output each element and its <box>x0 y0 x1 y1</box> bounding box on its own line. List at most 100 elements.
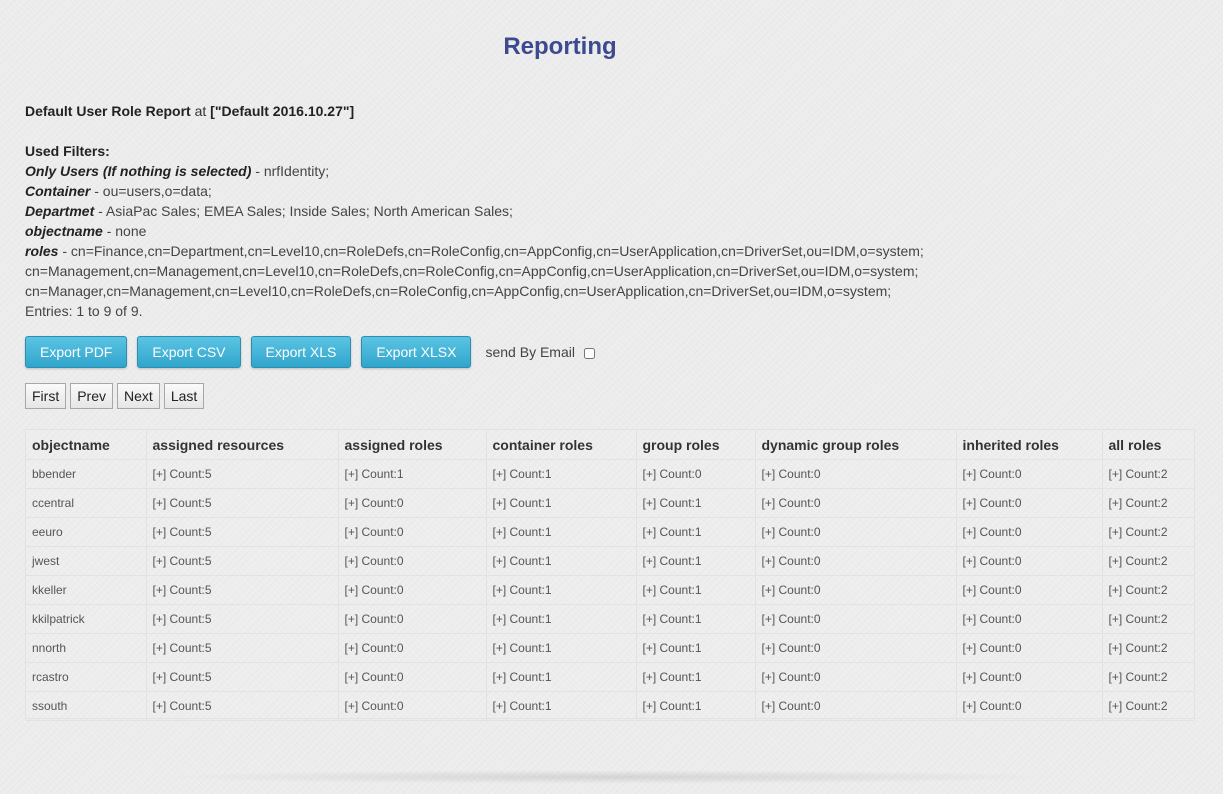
all-roles-count-link[interactable]: [+] Count:2 <box>1102 546 1194 576</box>
group-roles-count-link[interactable]: [+] Count:1 <box>636 488 756 518</box>
column-header-assigned-resources: assigned resources <box>146 430 339 460</box>
filter-department: Departmet - AsiaPac Sales; EMEA Sales; I… <box>25 201 924 221</box>
group-roles-count-link[interactable]: [+] Count:1 <box>636 633 756 663</box>
filter-label: roles <box>25 243 59 259</box>
container-roles-count-link[interactable]: [+] Count:1 <box>486 517 637 547</box>
group-roles-count-link[interactable]: [+] Count:1 <box>636 575 756 605</box>
entries-count: Entries: 1 to 9 of 9. <box>25 303 143 319</box>
report-table-container: objectname assigned resources assigned rol… <box>25 429 1195 721</box>
all-roles-count-link[interactable]: [+] Count:2 <box>1102 633 1194 663</box>
page-title: Reporting <box>503 33 617 60</box>
filter-value: - nrfIdentity; <box>251 163 330 179</box>
container-roles-count-link[interactable]: [+] Count:1 <box>486 488 637 518</box>
dynamic-group-roles-count-link[interactable]: [+] Count:0 <box>755 459 957 489</box>
all-roles-count-link[interactable]: [+] Count:2 <box>1102 517 1194 547</box>
container-roles-count-link[interactable]: [+] Count:1 <box>486 459 637 489</box>
container-roles-count-link[interactable]: [+] Count:1 <box>486 662 637 692</box>
group-roles-count-link[interactable]: [+] Count:1 <box>636 604 756 634</box>
dynamic-group-roles-count-link[interactable]: [+] Count:0 <box>755 517 957 547</box>
assigned-resources-count-link[interactable]: [+] Count:5 <box>146 459 339 489</box>
group-roles-count-link[interactable]: [+] Count:0 <box>636 459 756 489</box>
objectname-cell: ssouth <box>26 691 147 721</box>
report-snapshot: ["Default 2016.10.27"] <box>210 103 355 119</box>
assigned-roles-count-link[interactable]: [+] Count:0 <box>338 662 487 692</box>
assigned-resources-count-link[interactable]: [+] Count:5 <box>146 662 339 692</box>
dynamic-group-roles-count-link[interactable]: [+] Count:0 <box>755 691 957 721</box>
group-roles-count-link[interactable]: [+] Count:1 <box>636 517 756 547</box>
assigned-roles-count-link[interactable]: [+] Count:0 <box>338 691 487 721</box>
all-roles-count-link[interactable]: [+] Count:2 <box>1102 488 1194 518</box>
container-roles-count-link[interactable]: [+] Count:1 <box>486 546 637 576</box>
column-header-container-roles: container roles <box>486 430 637 460</box>
dynamic-group-roles-count-link[interactable]: [+] Count:0 <box>755 633 957 663</box>
table-row: nnorth [+] Count:5 [+] Count:0 [+] Count:1[… <box>26 633 1194 663</box>
group-roles-count-link[interactable]: [+] Count:1 <box>636 662 756 692</box>
inherited-roles-count-link[interactable]: [+] Count:0 <box>956 604 1103 634</box>
filters-header: Used Filters: <box>25 143 110 159</box>
last-page-button[interactable]: Last <box>163 383 205 409</box>
assigned-resources-count-link[interactable]: [+] Count:5 <box>146 546 339 576</box>
table-row: bbender [+] Count:5 [+] Count:1 [+] Count:1… <box>26 459 1194 489</box>
assigned-roles-count-link[interactable]: [+] Count:1 <box>338 459 487 489</box>
dynamic-group-roles-count-link[interactable]: [+] Count:0 <box>755 575 957 605</box>
inherited-roles-count-link[interactable]: [+] Count:0 <box>956 517 1103 547</box>
filter-value: - none <box>102 223 147 239</box>
export-xlsx-button[interactable]: Export XLSX <box>361 336 472 368</box>
export-csv-button[interactable]: Export CSV <box>137 336 241 368</box>
objectname-cell: rcastro <box>26 662 147 692</box>
filter-roles: roles - cn=Finance,cn=Department,cn=Leve… <box>25 241 924 261</box>
dynamic-group-roles-count-link[interactable]: [+] Count:0 <box>755 662 957 692</box>
table-row: ccentral [+] Count:5 [+] Count:0 [+] Count:… <box>26 488 1194 518</box>
send-email-checkbox[interactable] <box>583 348 595 359</box>
all-roles-count-link[interactable]: [+] Count:2 <box>1102 691 1194 721</box>
assigned-resources-count-link[interactable]: [+] Count:5 <box>146 575 339 605</box>
objectname-cell: ccentral <box>26 488 147 518</box>
filter-roles-continued: cn=Manager,cn=Management,cn=Level10,cn=R… <box>25 283 892 299</box>
objectname-cell: eeuro <box>26 517 147 547</box>
assigned-roles-count-link[interactable]: [+] Count:0 <box>338 633 487 663</box>
container-roles-count-link[interactable]: [+] Count:1 <box>486 691 637 721</box>
export-xls-button[interactable]: Export XLS <box>250 336 352 368</box>
export-toolbar: Export PDF Export CSV Export XLS Export … <box>25 336 595 368</box>
assigned-resources-count-link[interactable]: [+] Count:5 <box>146 604 339 634</box>
group-roles-count-link[interactable]: [+] Count:1 <box>636 546 756 576</box>
export-pdf-button[interactable]: Export PDF <box>25 336 128 368</box>
assigned-roles-count-link[interactable]: [+] Count:0 <box>338 546 487 576</box>
group-roles-count-link[interactable]: [+] Count:1 <box>636 691 756 721</box>
objectname-cell: nnorth <box>26 633 147 663</box>
next-page-button[interactable]: Next <box>117 383 160 409</box>
dynamic-group-roles-count-link[interactable]: [+] Count:0 <box>755 546 957 576</box>
container-roles-count-link[interactable]: [+] Count:1 <box>486 575 637 605</box>
container-roles-count-link[interactable]: [+] Count:1 <box>486 633 637 663</box>
inherited-roles-count-link[interactable]: [+] Count:0 <box>956 633 1103 663</box>
assigned-roles-count-link[interactable]: [+] Count:0 <box>338 604 487 634</box>
assigned-resources-count-link[interactable]: [+] Count:5 <box>146 633 339 663</box>
all-roles-count-link[interactable]: [+] Count:2 <box>1102 459 1194 489</box>
all-roles-count-link[interactable]: [+] Count:2 <box>1102 662 1194 692</box>
first-page-button[interactable]: First <box>25 383 67 409</box>
container-roles-count-link[interactable]: [+] Count:1 <box>486 604 637 634</box>
assigned-roles-count-link[interactable]: [+] Count:0 <box>338 575 487 605</box>
all-roles-count-link[interactable]: [+] Count:2 <box>1102 604 1194 634</box>
assigned-resources-count-link[interactable]: [+] Count:5 <box>146 691 339 721</box>
prev-page-button[interactable]: Prev <box>70 383 114 409</box>
assigned-roles-count-link[interactable]: [+] Count:0 <box>338 517 487 547</box>
all-roles-count-link[interactable]: [+] Count:2 <box>1102 575 1194 605</box>
assigned-roles-count-link[interactable]: [+] Count:0 <box>338 488 487 518</box>
inherited-roles-count-link[interactable]: [+] Count:0 <box>956 691 1103 721</box>
filter-label: Departmet <box>25 203 95 219</box>
inherited-roles-count-link[interactable]: [+] Count:0 <box>956 546 1103 576</box>
assigned-resources-count-link[interactable]: [+] Count:5 <box>146 488 339 518</box>
table-row: eeuro [+] Count:5 [+] Count:0 [+] Count:1 [+… <box>26 517 1194 547</box>
assigned-resources-count-link[interactable]: [+] Count:5 <box>146 517 339 547</box>
table-row: kkeller [+] Count:5 [+] Count:0 [+] Count:1… <box>26 575 1194 605</box>
filter-label: Only Users (If nothing is selected) <box>25 163 252 179</box>
inherited-roles-count-link[interactable]: [+] Count:0 <box>956 575 1103 605</box>
inherited-roles-count-link[interactable]: [+] Count:0 <box>956 459 1103 489</box>
dynamic-group-roles-count-link[interactable]: [+] Count:0 <box>755 604 957 634</box>
dynamic-group-roles-count-link[interactable]: [+] Count:0 <box>755 488 957 518</box>
inherited-roles-count-link[interactable]: [+] Count:0 <box>956 662 1103 692</box>
filter-label: Container <box>25 183 91 199</box>
inherited-roles-count-link[interactable]: [+] Count:0 <box>956 488 1103 518</box>
filter-roles-continued: cn=Management,cn=Management,cn=Level10,c… <box>25 263 919 279</box>
